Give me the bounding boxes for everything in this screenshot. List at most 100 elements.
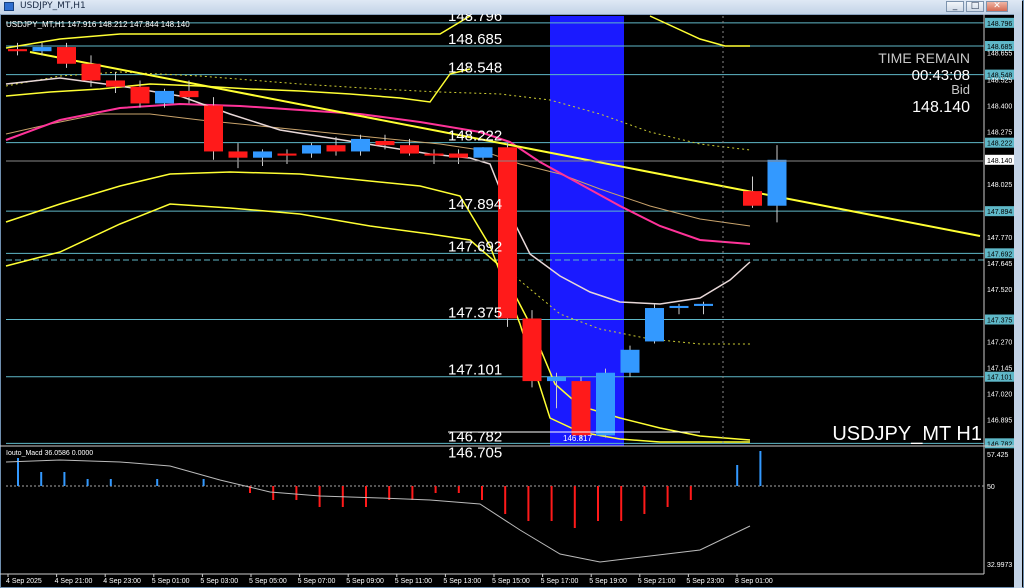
candle-bear[interactable]	[743, 176, 762, 208]
candle-body	[155, 90, 174, 104]
candles	[8, 42, 787, 440]
candle-body	[424, 153, 444, 156]
candle-body	[498, 147, 517, 319]
price-axis-label: 147.270	[987, 339, 1012, 346]
candle-body	[130, 86, 150, 104]
candle-bear[interactable]	[571, 376, 591, 440]
candle-bear[interactable]	[81, 55, 101, 87]
level-label: 148.685	[448, 31, 502, 48]
candle-body	[179, 90, 199, 98]
ma-pink-line	[5, 102, 751, 245]
time-axis-label: 5 Sep 07:00	[298, 578, 336, 585]
upper-band-line-right	[649, 15, 750, 47]
price-axis-label: 146.782	[987, 441, 1012, 448]
level-labels: 148.796 148.685 148.548 148.222 147.894 147.6…	[448, 14, 502, 461]
price-axis-label: 147.101	[987, 375, 1012, 382]
time-axis-label: 4 Sep 21:00	[55, 578, 93, 585]
candle-body	[32, 47, 52, 52]
time-axis-label: 5 Sep 13:00	[443, 578, 481, 585]
price-axis-label: 147.145	[987, 366, 1012, 373]
level-label: 148.796	[448, 14, 502, 25]
candle-bear[interactable]	[424, 149, 444, 164]
macd-axis-label: 50	[987, 484, 995, 491]
time-axis-label: 5 Sep 17:00	[541, 578, 579, 585]
time-axis-label: 5 Sep 11:00	[395, 578, 432, 585]
candle-body	[81, 63, 101, 81]
level-label: 147.101	[448, 362, 502, 379]
candle-body	[400, 145, 419, 154]
candle-bear[interactable]	[228, 143, 248, 169]
price-chart[interactable]: 146.817 148.796 148.685 148.548 148.222 147.…	[0, 14, 1014, 588]
time-axis[interactable]: 4 Sep 2025 4 Sep 21:00 4 Sep 23:00 5 Sep 01…	[0, 573, 984, 585]
lower-band-line	[5, 171, 750, 443]
macd-axis-label: 57.425	[987, 452, 1009, 459]
price-axis-label: 147.520	[987, 287, 1012, 294]
price-axis-label: 147.375	[987, 318, 1012, 325]
candle-bear[interactable]	[204, 97, 223, 160]
indicator-lines	[5, 15, 751, 443]
macd-signal-line	[5, 459, 751, 563]
candle-bull[interactable]	[669, 303, 689, 315]
candle-bull[interactable]	[302, 143, 321, 158]
candle-body	[326, 145, 346, 152]
candle-body	[694, 303, 713, 306]
price-axis-label: 146.895	[987, 418, 1012, 425]
level-label: 147.894	[448, 196, 502, 213]
candle-body	[547, 376, 566, 382]
macd-axis-label: 32.9973	[987, 562, 1012, 569]
time-axis-label: 5 Sep 03:00	[200, 578, 238, 585]
candle-body	[57, 47, 76, 64]
window-titlebar[interactable]: USDJPY_MT,H1 _ □ ✕	[0, 0, 1022, 15]
time-axis-label: 5 Sep 01:00	[152, 578, 190, 585]
candle-bull[interactable]	[351, 134, 370, 156]
price-axis-label: 147.645	[987, 261, 1012, 268]
time-axis-label: 5 Sep 09:00	[346, 578, 384, 585]
candle-bear[interactable]	[277, 149, 297, 164]
price-axis-label: 148.140	[987, 158, 1012, 165]
candle-bull[interactable]	[645, 303, 664, 344]
window-title: USDJPY_MT,H1	[20, 1, 86, 11]
chart-info-line: USDJPY_MT,H1 147.916 148.212 147.844 148…	[6, 20, 190, 29]
bid-label: Bid	[951, 82, 970, 97]
level-label: 146.782	[448, 428, 502, 445]
candle-body	[277, 153, 297, 156]
minimize-button[interactable]: _	[946, 1, 964, 12]
candle-body	[571, 381, 591, 436]
ma-white-line	[5, 77, 751, 305]
candle-bear[interactable]	[106, 72, 125, 93]
close-button[interactable]: ✕	[986, 1, 1008, 12]
time-axis-label: 5 Sep 23:00	[686, 578, 724, 585]
price-axis-label: 148.796	[987, 21, 1012, 28]
candle-body	[473, 147, 493, 158]
lower-envelope	[5, 203, 751, 441]
candle-bull[interactable]	[253, 149, 272, 167]
macd-subwindow[interactable]: Iouto_Macd 36.0586 0.0000 57.425 50 32.997…	[5, 450, 1012, 569]
maximize-button[interactable]: □	[966, 1, 984, 12]
candle-bull[interactable]	[620, 345, 640, 377]
level-label: 148.222	[448, 128, 502, 145]
candle-body	[106, 80, 125, 87]
symbol-label: USDJPY_MT H1	[832, 423, 982, 445]
level-label: 147.375	[448, 305, 502, 322]
candle-bull[interactable]	[694, 301, 713, 315]
candle-bear[interactable]	[449, 149, 468, 164]
level-label: 146.705	[448, 444, 502, 461]
candle-body	[302, 145, 321, 154]
time-remain-label: TIME REMAIN	[878, 50, 970, 66]
candle-bear[interactable]	[57, 42, 76, 68]
level-label: 147.692	[448, 238, 502, 255]
candle-bear[interactable]	[522, 310, 542, 388]
candle-body	[522, 318, 542, 382]
candle-body	[351, 138, 370, 152]
candle-bull[interactable]	[473, 147, 493, 160]
price-axis-label: 148.655	[987, 50, 1012, 57]
low-tag: 146.817	[563, 434, 592, 443]
price-axis-label: 147.020	[987, 392, 1012, 399]
candle-body	[253, 151, 272, 158]
candle-bear[interactable]	[498, 143, 517, 327]
candle-bull[interactable]	[596, 368, 615, 438]
candle-body	[596, 372, 615, 436]
price-axis-label: 148.222	[987, 141, 1012, 148]
time-axis-label: 5 Sep 05:00	[249, 578, 287, 585]
candle-body	[375, 141, 395, 146]
